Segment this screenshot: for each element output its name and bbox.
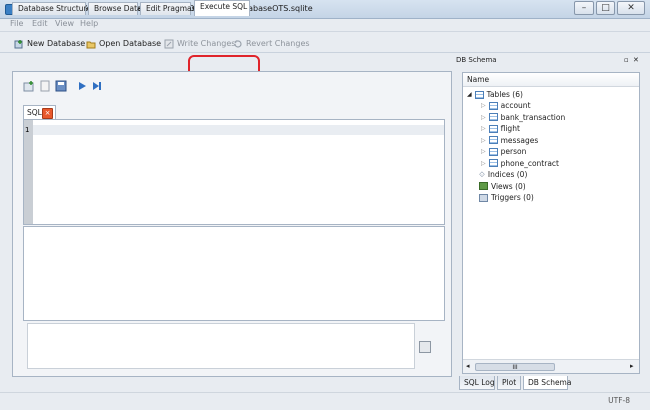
view-icon bbox=[479, 182, 488, 190]
execute-sql-panel: SQL 1 × 1 bbox=[12, 71, 452, 377]
tab-edit-pragmas[interactable]: Edit Pragmas bbox=[140, 2, 196, 15]
tree-item-phone-contract[interactable]: ▷ phone_contract bbox=[481, 158, 559, 169]
close-button[interactable]: ✕ bbox=[617, 1, 645, 15]
table-name: phone_contract bbox=[500, 158, 559, 168]
schema-dock-header: DB Schema ▫ ✕ bbox=[456, 53, 642, 67]
current-line-highlight bbox=[33, 125, 444, 135]
open-database-button[interactable]: Open Database bbox=[86, 37, 161, 50]
close-tab-icon[interactable]: × bbox=[42, 108, 53, 119]
collapse-triangle-icon[interactable]: ◢ bbox=[467, 89, 472, 100]
revert-changes-label: Revert Changes bbox=[246, 39, 310, 48]
tree-item-account[interactable]: ▷ account bbox=[481, 100, 531, 111]
open-database-label: Open Database bbox=[99, 39, 162, 48]
revert-icon bbox=[233, 39, 243, 49]
menu-help[interactable]: Help bbox=[80, 19, 98, 28]
tab-db-schema[interactable]: DB Schema bbox=[523, 376, 571, 390]
tables-icon bbox=[474, 90, 484, 99]
write-changes-label: Write Changes bbox=[177, 39, 236, 48]
tab-sql-log[interactable]: SQL Log bbox=[459, 376, 495, 390]
scroll-thumb[interactable]: III bbox=[475, 363, 555, 371]
menu-file[interactable]: File bbox=[10, 19, 23, 28]
sql-toolbar bbox=[23, 80, 443, 94]
tab-database-structure[interactable]: Database Structure bbox=[12, 2, 91, 15]
open-sql-icon[interactable] bbox=[39, 80, 51, 94]
horizontal-scrollbar[interactable]: ◂ III ▸ bbox=[463, 359, 639, 373]
line-number: 1 bbox=[25, 126, 30, 134]
tree-node-triggers[interactable]: Triggers (0) bbox=[479, 192, 534, 203]
status-bar: UTF-8 bbox=[0, 392, 650, 410]
expand-triangle-icon[interactable]: ▷ bbox=[481, 112, 486, 123]
table-name: person bbox=[500, 147, 527, 156]
expand-triangle-icon[interactable]: ▷ bbox=[481, 100, 486, 111]
tables-label: Tables (6) bbox=[486, 90, 523, 99]
execute-line-icon[interactable] bbox=[91, 80, 103, 94]
views-label: Views (0) bbox=[491, 181, 526, 191]
tab-plot[interactable]: Plot bbox=[497, 376, 521, 390]
table-name: account bbox=[500, 101, 531, 110]
write-changes-button[interactable]: Write Changes bbox=[164, 37, 235, 50]
line-number-gutter bbox=[24, 120, 33, 224]
scroll-left-icon[interactable]: ◂ bbox=[466, 362, 470, 370]
new-database-button[interactable]: New Database bbox=[14, 37, 85, 50]
tab-browse-data[interactable]: Browse Data bbox=[88, 2, 142, 15]
tree-node-indices[interactable]: ⟐ Indices (0) bbox=[479, 169, 527, 180]
menu-bar: File Edit View Help bbox=[0, 19, 650, 31]
expand-triangle-icon[interactable]: ▷ bbox=[481, 135, 486, 146]
main-toolbar: New Database Open Database Write Changes… bbox=[0, 31, 650, 53]
maximize-button[interactable]: □ bbox=[596, 1, 615, 15]
sql-editor[interactable]: 1 bbox=[23, 119, 445, 225]
table-icon bbox=[488, 113, 498, 121]
table-name: bank_transaction bbox=[500, 112, 566, 122]
table-icon bbox=[488, 124, 498, 133]
tree-node-tables[interactable]: ◢ Tables (6) bbox=[467, 89, 523, 100]
schema-dock-title: DB Schema bbox=[456, 56, 497, 64]
indices-label: Indices (0) bbox=[487, 170, 528, 179]
open-tab-icon[interactable] bbox=[23, 80, 35, 94]
table-icon bbox=[488, 136, 498, 144]
execute-all-icon[interactable] bbox=[76, 80, 88, 94]
table-name: messages bbox=[500, 135, 539, 145]
minimize-button[interactable]: – bbox=[574, 1, 594, 15]
expand-triangle-icon[interactable]: ▷ bbox=[481, 123, 486, 134]
table-icon bbox=[488, 147, 498, 156]
message-area bbox=[27, 323, 415, 369]
encoding-indicator: UTF-8 bbox=[608, 396, 630, 405]
triggers-label: Triggers (0) bbox=[491, 193, 534, 202]
tab-execute-sql[interactable]: Execute SQL bbox=[194, 0, 250, 16]
index-icon: ⟐ bbox=[479, 170, 485, 179]
tree-item-messages[interactable]: ▷ messages bbox=[481, 135, 538, 146]
tree-item-flight[interactable]: ▷ flight bbox=[481, 123, 520, 134]
export-results-icon[interactable] bbox=[419, 341, 431, 353]
save-sql-icon[interactable] bbox=[55, 80, 67, 94]
new-database-icon bbox=[14, 39, 24, 49]
menu-view[interactable]: View bbox=[55, 19, 74, 28]
tab-sql-1[interactable]: SQL 1 × bbox=[23, 105, 56, 119]
schema-tree: Name ◢ Tables (6) ▷ account ▷ bank_trans… bbox=[462, 72, 640, 374]
expand-triangle-icon[interactable]: ▷ bbox=[481, 158, 486, 169]
expand-triangle-icon[interactable]: ▷ bbox=[481, 146, 486, 157]
close-dock-icon[interactable]: ✕ bbox=[633, 53, 639, 67]
write-icon bbox=[164, 39, 174, 49]
menu-edit[interactable]: Edit bbox=[32, 19, 48, 28]
table-name: flight bbox=[500, 124, 520, 133]
scroll-right-icon[interactable]: ▸ bbox=[630, 362, 634, 370]
trigger-icon bbox=[479, 193, 488, 202]
float-dock-icon[interactable]: ▫ bbox=[624, 53, 629, 67]
table-icon bbox=[488, 159, 498, 167]
open-folder-icon bbox=[86, 39, 96, 49]
tree-item-person[interactable]: ▷ person bbox=[481, 146, 526, 157]
tree-node-views[interactable]: Views (0) bbox=[479, 181, 526, 192]
results-grid[interactable] bbox=[23, 226, 445, 321]
revert-changes-button[interactable]: Revert Changes bbox=[233, 37, 310, 50]
tree-column-header: Name bbox=[463, 73, 639, 87]
new-database-label: New Database bbox=[27, 39, 86, 48]
tree-item-bank-transaction[interactable]: ▷ bank_transaction bbox=[481, 112, 565, 123]
table-icon bbox=[488, 101, 498, 110]
